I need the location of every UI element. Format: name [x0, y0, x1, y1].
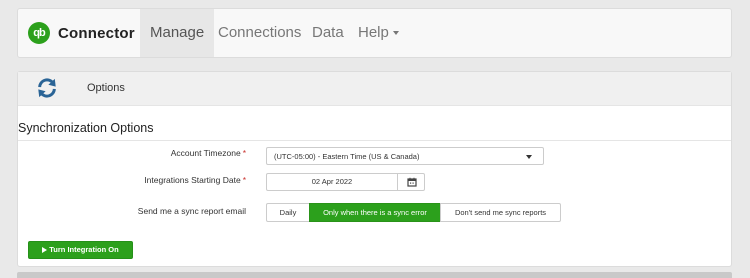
start-date-input[interactable]: 02 Apr 2022: [266, 173, 398, 191]
sync-email-options: Daily Only when there is a sync error Do…: [266, 203, 561, 222]
option-on-sync-error[interactable]: Only when there is a sync error: [309, 203, 441, 222]
start-date-label-text: Integrations Starting Date: [144, 175, 241, 185]
timezone-select[interactable]: (UTC-05:00) - Eastern Time (US & Canada): [266, 147, 544, 165]
turn-integration-on-button[interactable]: Turn Integration On: [28, 241, 133, 259]
option-no-reports[interactable]: Don't send me sync reports: [440, 203, 561, 222]
nav-data[interactable]: Data: [302, 9, 354, 57]
required-marker: *: [242, 175, 246, 185]
nav-help[interactable]: Help: [348, 9, 409, 57]
nav-manage[interactable]: Manage: [140, 9, 215, 57]
calendar-button[interactable]: [397, 173, 425, 191]
play-icon: [42, 247, 48, 253]
chevron-down-icon: [392, 31, 399, 36]
sync-icon[interactable]: [36, 77, 58, 99]
required-marker: *: [242, 148, 246, 158]
nav-connections[interactable]: Connections: [208, 9, 311, 57]
section-title: Synchronization Options: [18, 121, 154, 135]
chevron-down-icon: [526, 155, 532, 159]
nav-help-label: Help: [358, 24, 389, 41]
brand-name: Connector: [58, 24, 135, 42]
divider: [18, 140, 731, 141]
turn-on-label: Turn Integration On: [49, 245, 119, 254]
panel-header: Options: [18, 72, 731, 106]
option-daily[interactable]: Daily: [266, 203, 310, 222]
timezone-label: Account Timezone *: [171, 148, 246, 158]
timezone-label-text: Account Timezone: [170, 148, 241, 158]
calendar-icon: [407, 177, 417, 187]
options-panel: Options Synchronization Options Account …: [17, 71, 732, 267]
panel-header-title: Options: [87, 82, 125, 94]
brand[interactable]: qb Connector: [28, 22, 135, 44]
top-navbar: qb Connector Manage Connections Data Hel…: [17, 8, 732, 58]
sync-email-label: Send me a sync report email: [137, 206, 246, 216]
next-panel-edge: [17, 272, 732, 278]
start-date-label: Integrations Starting Date *: [144, 175, 246, 185]
quickbooks-logo-icon: qb: [28, 22, 50, 44]
timezone-value: (UTC-05:00) - Eastern Time (US & Canada): [274, 152, 420, 161]
